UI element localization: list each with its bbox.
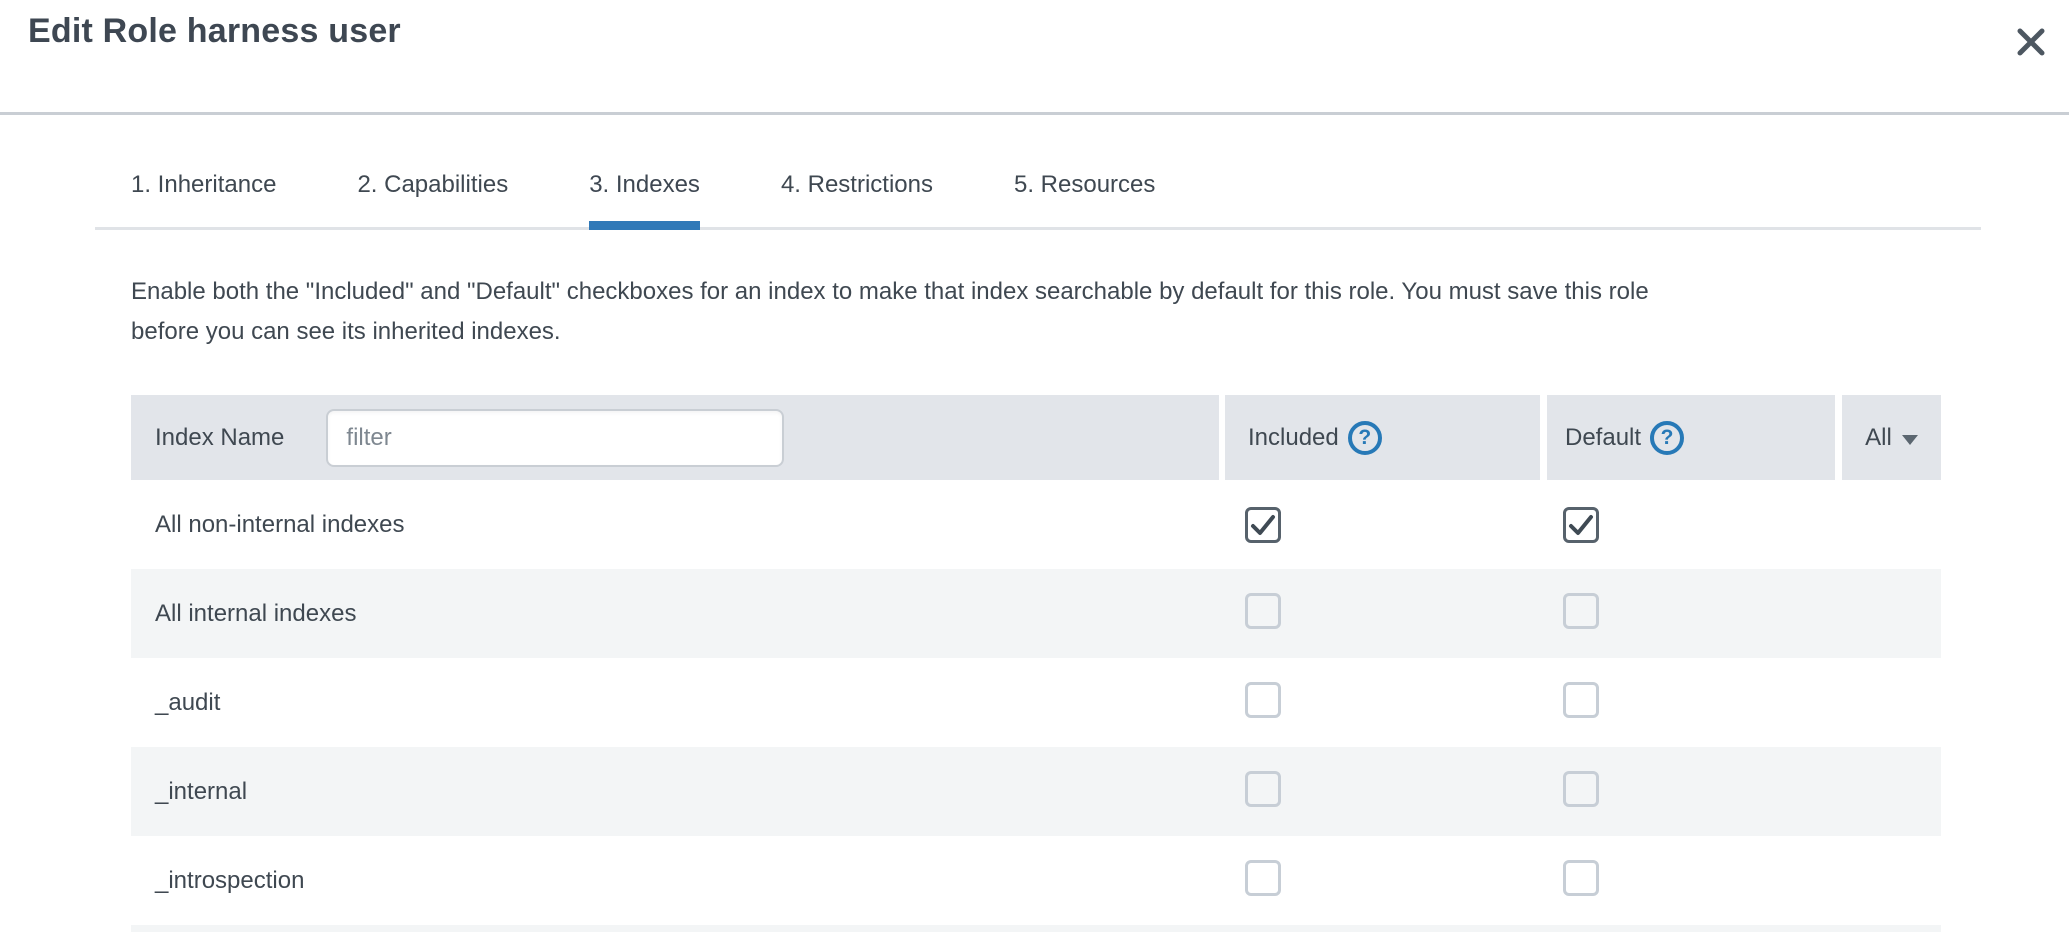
checkmark-icon — [1250, 514, 1276, 536]
index-name-cell: _internal — [131, 778, 1225, 806]
table-row: _audit — [131, 658, 1941, 747]
all-dropdown-label: All — [1865, 424, 1892, 452]
table-row: All non-internal indexes — [131, 480, 1941, 569]
table-row: _internal — [131, 747, 1941, 836]
indexes-table: Index Name Included ? Default ? All All … — [131, 395, 1941, 932]
description-line-1: Enable both the "Included" and "Default"… — [131, 272, 2069, 312]
index-name-cell: _audit — [131, 689, 1225, 717]
help-icon[interactable]: ? — [1348, 421, 1382, 455]
chevron-down-icon — [1902, 435, 1918, 445]
default-checkbox[interactable] — [1563, 860, 1599, 896]
table-body: All non-internal indexes All internal in… — [131, 480, 1941, 932]
default-checkbox[interactable] — [1563, 507, 1599, 543]
default-checkbox[interactable] — [1563, 593, 1599, 629]
table-header-row: Index Name Included ? Default ? All — [131, 395, 1941, 480]
close-button[interactable] — [2009, 20, 2053, 64]
close-icon — [2014, 25, 2048, 59]
included-checkbox[interactable] — [1245, 771, 1281, 807]
default-checkbox[interactable] — [1563, 771, 1599, 807]
default-header-label: Default — [1565, 424, 1641, 452]
default-checkbox[interactable] — [1563, 682, 1599, 718]
tab-restrictions[interactable]: 4. Restrictions — [781, 170, 933, 227]
tab-indexes[interactable]: 3. Indexes — [589, 170, 700, 227]
index-name-cell: All internal indexes — [131, 600, 1225, 628]
description-line-2: before you can see its inherited indexes… — [131, 312, 2069, 352]
included-checkbox[interactable] — [1245, 860, 1281, 896]
table-row: _introspection — [131, 836, 1941, 925]
included-header-cell: Included ? — [1225, 395, 1540, 480]
index-name-header-label: Index Name — [155, 424, 284, 452]
page-title: Edit Role harness user — [28, 12, 401, 51]
index-name-header-cell: Index Name — [131, 395, 1219, 480]
table-row: All internal indexes — [131, 569, 1941, 658]
included-checkbox[interactable] — [1245, 682, 1281, 718]
included-checkbox[interactable] — [1245, 507, 1281, 543]
index-name-cell: _introspection — [131, 867, 1225, 895]
filter-input[interactable] — [326, 409, 784, 467]
tab-bar: 1. Inheritance 2. Capabilities 3. Indexe… — [95, 170, 1981, 230]
tab-capabilities[interactable]: 2. Capabilities — [357, 170, 508, 227]
table-row-partial — [131, 925, 1941, 932]
tab-resources[interactable]: 5. Resources — [1014, 170, 1155, 227]
description: Enable both the "Included" and "Default"… — [131, 272, 2069, 352]
index-name-cell: All non-internal indexes — [131, 511, 1225, 539]
included-header-label: Included — [1248, 424, 1339, 452]
tab-inheritance[interactable]: 1. Inheritance — [131, 170, 276, 227]
help-icon[interactable]: ? — [1650, 421, 1684, 455]
all-dropdown[interactable]: All — [1842, 395, 1941, 480]
modal-header: Edit Role harness user — [0, 0, 2069, 115]
default-header-cell: Default ? — [1547, 395, 1835, 480]
included-checkbox[interactable] — [1245, 593, 1281, 629]
checkmark-icon — [1568, 514, 1594, 536]
